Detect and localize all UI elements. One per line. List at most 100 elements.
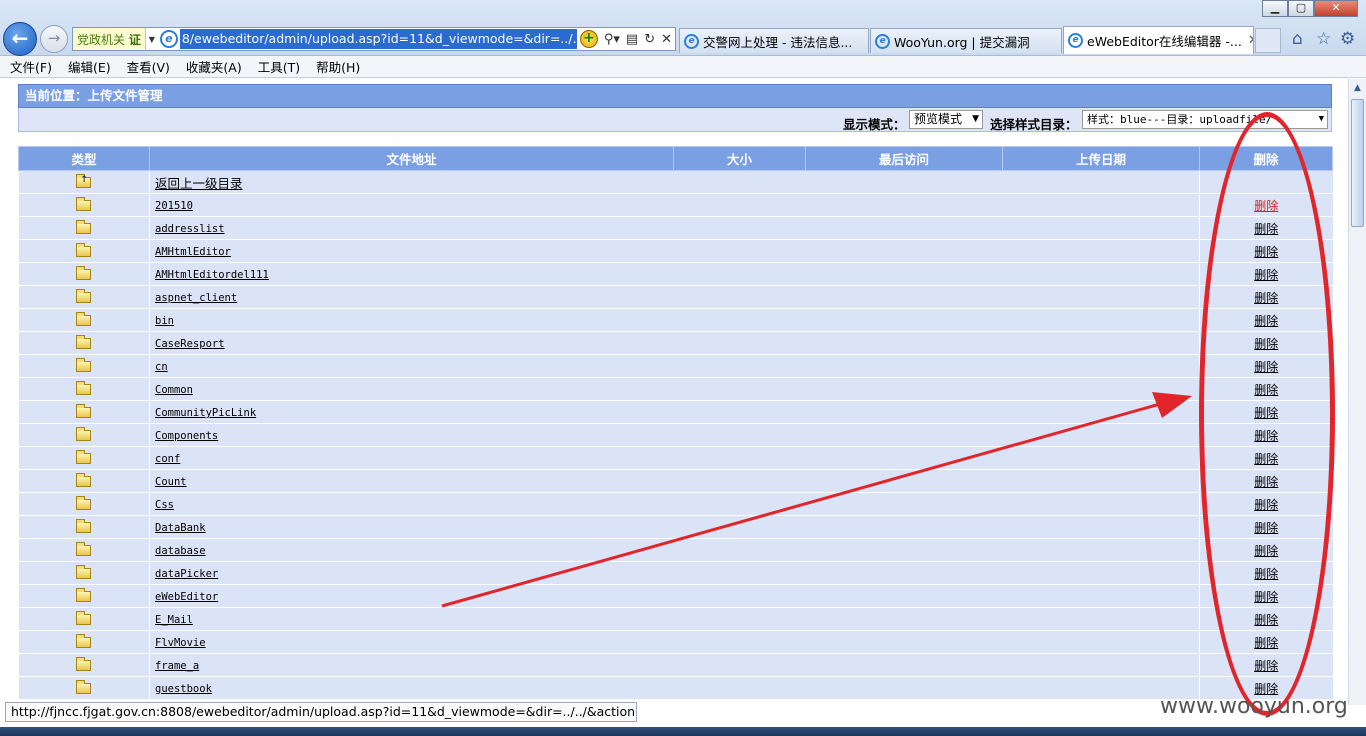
folder-link[interactable]: guestbook <box>155 683 212 695</box>
menu-favorites[interactable]: 收藏夹(A) <box>186 57 242 76</box>
tab-ewebeditor[interactable]: e eWebEditor在线编辑器 -... ✕ <box>1063 26 1254 54</box>
add-icon[interactable]: + <box>579 30 598 48</box>
folder-icon[interactable] <box>76 496 92 510</box>
delete-link[interactable]: 删除 <box>1254 544 1278 558</box>
folder-link[interactable]: AMHtmlEditordel111 <box>155 269 269 281</box>
folder-icon[interactable] <box>76 542 92 556</box>
folder-link[interactable]: Css <box>155 499 174 511</box>
display-mode-select[interactable]: 预览模式 ▼ <box>909 110 983 129</box>
folder-link[interactable]: DataBank <box>155 522 206 534</box>
minimize-button[interactable]: ▁ <box>1262 0 1288 17</box>
folder-icon[interactable] <box>76 588 92 602</box>
delete-link[interactable]: 删除 <box>1254 613 1278 627</box>
folder-icon[interactable] <box>76 657 92 671</box>
folder-icon[interactable] <box>76 634 92 648</box>
delete-link[interactable]: 删除 <box>1254 429 1278 443</box>
delete-link[interactable]: 删除 <box>1254 498 1278 512</box>
folder-link[interactable]: CaseResport <box>155 338 225 350</box>
folder-link[interactable]: 201510 <box>155 200 193 212</box>
folder-icon[interactable] <box>76 565 92 579</box>
folder-link[interactable]: aspnet_client <box>155 292 237 304</box>
folder-icon[interactable] <box>76 197 92 211</box>
folder-link[interactable]: conf <box>155 453 180 465</box>
vertical-scrollbar[interactable]: ▲ <box>1348 79 1366 705</box>
delete-link[interactable]: 删除 <box>1254 636 1278 650</box>
delete-link[interactable]: 删除 <box>1254 567 1278 581</box>
folder-link[interactable]: database <box>155 545 206 557</box>
folder-link[interactable]: E_Mail <box>155 614 193 626</box>
folder-link[interactable]: eWebEditor <box>155 591 218 603</box>
delete-link[interactable]: 删除 <box>1254 475 1278 489</box>
folder-icon[interactable] <box>76 220 92 234</box>
zone-dropdown-icon[interactable]: ▼ <box>146 35 158 44</box>
folder-icon[interactable] <box>76 266 92 280</box>
folder-link[interactable]: Common <box>155 384 193 396</box>
folder-icon[interactable] <box>76 427 92 441</box>
delete-link[interactable]: 删除 <box>1254 314 1278 328</box>
folder-icon[interactable] <box>76 519 92 533</box>
folder-link[interactable]: Components <box>155 430 218 442</box>
favorites-star-icon[interactable]: ☆ <box>1316 29 1331 49</box>
folder-icon[interactable] <box>76 473 92 487</box>
tab-wooyun[interactable]: e WooYun.org | 提交漏洞 <box>870 28 1062 53</box>
back-button[interactable]: ← <box>3 22 37 56</box>
delete-link[interactable]: 删除 <box>1254 360 1278 374</box>
forward-button[interactable]: → <box>40 25 68 53</box>
folder-icon[interactable] <box>76 243 92 257</box>
delete-link[interactable]: 删除 <box>1254 406 1278 420</box>
new-tab-button[interactable] <box>1255 28 1281 53</box>
folder-icon[interactable] <box>76 680 92 694</box>
style-dir-select[interactable]: 样式：blue---目录：uploadfile/ ▼ <box>1082 110 1328 129</box>
scroll-thumb[interactable] <box>1351 99 1364 227</box>
gear-icon[interactable]: ⚙ <box>1340 29 1355 49</box>
close-tab-icon[interactable]: ✕ <box>1248 33 1253 48</box>
delete-link[interactable]: 删除 <box>1254 521 1278 535</box>
address-bar[interactable]: 党政机关 证 ▼ e 8/ewebeditor/admin/upload.asp… <box>72 27 676 51</box>
url-field[interactable]: 8/ewebeditor/admin/upload.asp?id=11&d_vi… <box>179 29 577 49</box>
folder-icon[interactable] <box>76 381 92 395</box>
zone-indicator[interactable]: 党政机关 证 <box>73 28 146 50</box>
folder-icon[interactable] <box>76 611 92 625</box>
scroll-up-icon[interactable]: ▲ <box>1350 81 1365 96</box>
close-window-button[interactable]: ✕ <box>1314 0 1358 17</box>
folder-link[interactable]: FlvMovie <box>155 637 206 649</box>
folder-icon[interactable] <box>76 358 92 372</box>
parent-dir-link[interactable]: 返回上一级目录 <box>155 176 243 191</box>
home-icon[interactable]: ⌂ <box>1292 29 1303 49</box>
menu-edit[interactable]: 编辑(E) <box>68 57 111 76</box>
search-icon[interactable]: ⚲▾ <box>604 32 620 47</box>
delete-link[interactable]: 删除 <box>1254 337 1278 351</box>
folder-link[interactable]: cn <box>155 361 168 373</box>
maximize-button[interactable]: ▢ <box>1288 0 1314 17</box>
folder-link[interactable]: CommunityPicLink <box>155 407 256 419</box>
menu-file[interactable]: 文件(F) <box>10 57 52 76</box>
delete-link[interactable]: 删除 <box>1254 590 1278 604</box>
folder-icon[interactable] <box>76 335 92 349</box>
folder-link[interactable]: dataPicker <box>155 568 218 580</box>
delete-link[interactable]: 删除 <box>1254 222 1278 236</box>
tab-traffic-police[interactable]: e 交警网上处理 - 违法信息... <box>679 28 869 53</box>
delete-link[interactable]: 删除 <box>1254 199 1278 213</box>
delete-link[interactable]: 删除 <box>1254 291 1278 305</box>
menu-view[interactable]: 查看(V) <box>127 57 170 76</box>
folder-link[interactable]: addresslist <box>155 223 225 235</box>
delete-link[interactable]: 删除 <box>1254 245 1278 259</box>
stop-icon[interactable]: ✕ <box>661 32 672 47</box>
delete-link[interactable]: 删除 <box>1254 452 1278 466</box>
delete-link[interactable]: 删除 <box>1254 659 1278 673</box>
menu-help[interactable]: 帮助(H) <box>316 57 360 76</box>
delete-link[interactable]: 删除 <box>1254 268 1278 282</box>
delete-link[interactable]: 删除 <box>1254 383 1278 397</box>
compat-view-icon[interactable]: ▤ <box>626 32 638 47</box>
folder-link[interactable]: bin <box>155 315 174 327</box>
folder-link[interactable]: frame_a <box>155 660 199 672</box>
folder-icon[interactable] <box>76 289 92 303</box>
folder-icon[interactable] <box>76 312 92 326</box>
folder-icon[interactable] <box>76 450 92 464</box>
folder-up-icon[interactable] <box>76 174 92 188</box>
refresh-icon[interactable]: ↻ <box>644 32 655 47</box>
folder-link[interactable]: Count <box>155 476 187 488</box>
folder-link[interactable]: AMHtmlEditor <box>155 246 231 258</box>
menu-tools[interactable]: 工具(T) <box>258 57 300 76</box>
folder-icon[interactable] <box>76 404 92 418</box>
